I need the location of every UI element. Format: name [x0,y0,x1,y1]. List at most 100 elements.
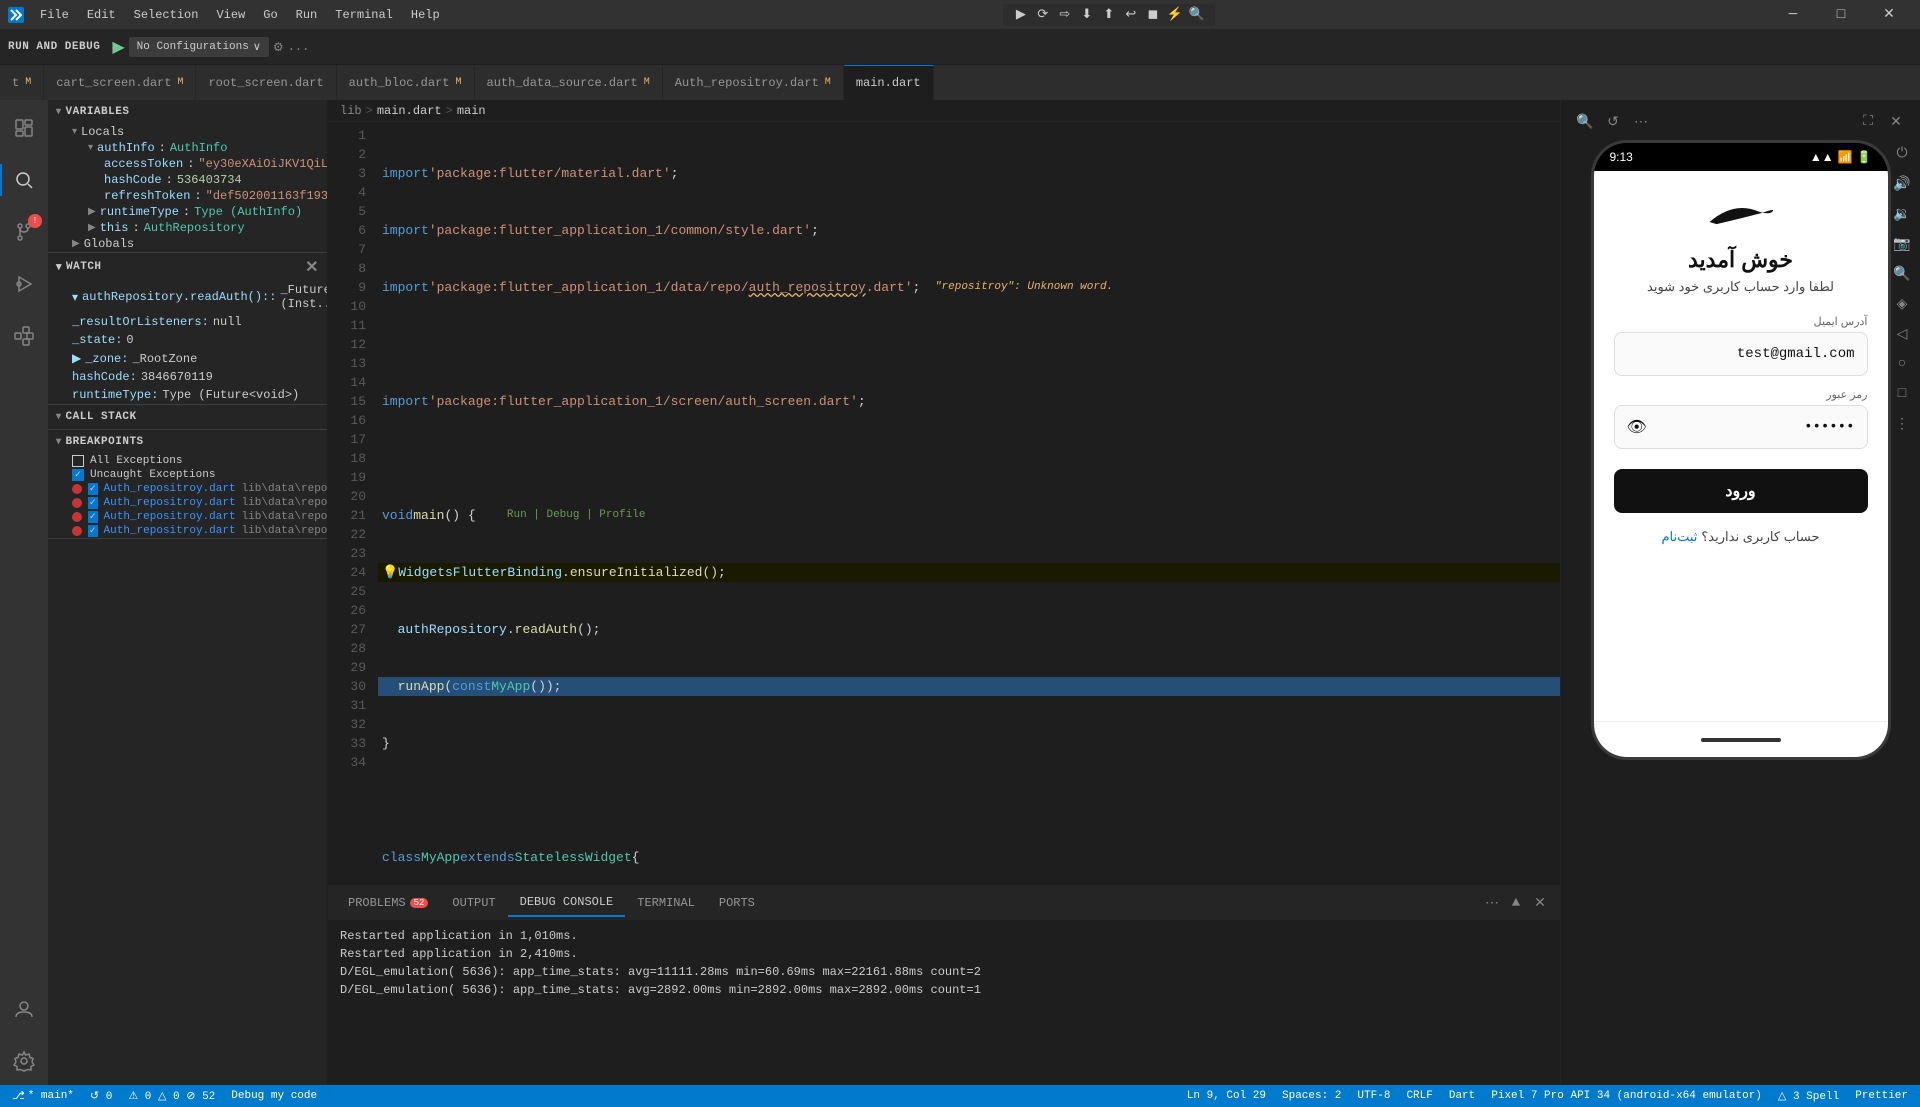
activity-run-debug[interactable] [0,260,48,308]
menu-run[interactable]: Run [288,6,326,24]
debug-step-out-btn[interactable]: ⬆ [1099,5,1119,25]
eye-icon[interactable]: 👁 [1627,417,1647,437]
bp-check-3[interactable]: ✓ [88,511,98,523]
menu-go[interactable]: Go [255,6,285,24]
hashcode-item[interactable]: hashCode : 536403734 [48,172,327,188]
debug-search-btn[interactable]: 🔍 [1187,5,1207,25]
tab-main[interactable]: main.dart [844,65,934,100]
activity-search[interactable] [0,156,48,204]
tab-output[interactable]: OUTPUT [440,890,507,916]
status-language[interactable]: Dart [1445,1090,1479,1102]
breadcrumb-maindart[interactable]: main.dart [377,104,442,118]
panel-rotate-icon[interactable]: ↺ [1601,110,1625,134]
activity-source-control[interactable]: ! [0,208,48,256]
debug-play-btn[interactable]: ▶ [112,37,124,57]
debug-stop-btn[interactable]: ◼ [1143,5,1163,25]
panel-expand-icon[interactable]: ⛶ [1856,110,1880,134]
status-problems[interactable]: ⚠ 0 △ 0 ⊘ 52 [124,1089,219,1103]
close-btn[interactable]: ✕ [1866,0,1912,30]
tab-auth-data-source[interactable]: auth_data_source.dart M [475,65,663,100]
call-stack-header[interactable]: ▾ CALL STACK [48,405,327,429]
tab-auth-repositroy[interactable]: Auth_repositroy.dart M [663,65,844,100]
tool-back[interactable]: ◁ [1888,320,1916,348]
tool-camera[interactable]: 📷 [1888,230,1916,258]
watch-close-btn[interactable]: ✕ [305,257,319,277]
bp-uncaught-check[interactable]: ✓ [72,469,84,481]
status-ln-col[interactable]: Ln 9, Col 29 [1183,1090,1270,1102]
tab-auth-bloc[interactable]: auth_bloc.dart M [337,65,475,100]
tab-t[interactable]: t M [0,65,44,100]
watch-item-5[interactable]: runtimeType: Type (Future<void>) [48,386,327,404]
status-branch[interactable]: ⎇ * main* [8,1089,78,1103]
bp-item-2[interactable]: ✓ Auth_repositroy.dart lib\data\repo 54 [48,496,327,510]
bottom-panel-expand[interactable]: ▲ [1504,891,1528,915]
tab-root-screen[interactable]: root_screen.dart [196,65,336,100]
bottom-panel-more[interactable]: ⋯ [1480,891,1504,915]
status-spell[interactable]: △ 3 Spell [1774,1089,1843,1103]
debug-hot-reload-btn[interactable]: ⚡ [1165,5,1185,25]
menu-selection[interactable]: Selection [126,6,207,24]
runtimetype-item[interactable]: ▶ runtimeType : Type (AuthInfo) [48,204,327,220]
status-encoding[interactable]: UTF-8 [1353,1090,1394,1102]
watch-item-4[interactable]: hashCode: 3846670119 [48,368,327,386]
bp-check-1[interactable]: ✓ [88,483,98,495]
register-link[interactable]: ثبت‌نام [1661,529,1697,545]
watch-item-1[interactable]: _resultOrListeners: null [48,313,327,331]
tool-dots[interactable]: ⋮ [1888,410,1916,438]
accesstoken-item[interactable]: accessToken : "ey30eXAiOiJKV1QiLCJhbGci0… [48,156,327,172]
bp-all-check[interactable] [72,455,84,467]
menu-edit[interactable]: Edit [79,6,124,24]
bp-check-2[interactable]: ✓ [88,497,98,509]
panel-more-icon[interactable]: ⋯ [1629,110,1653,134]
globals-item[interactable]: ▶ Globals [48,236,327,252]
code-content[interactable]: import 'package:flutter/material.dart'; … [378,122,1560,885]
debug-step-into-btn[interactable]: ⬇ [1077,5,1097,25]
panel-zoom-icon[interactable]: 🔍 [1573,110,1597,134]
tool-home[interactable]: ○ [1888,350,1916,378]
bp-item-1[interactable]: ✓ Auth_repositroy.dart lib\data\repo 42 [48,482,327,496]
bp-item-3[interactable]: ✓ Auth_repositroy.dart lib\data\repo 57 [48,510,327,524]
debug-config-select[interactable]: No Configurations ∨ [129,37,269,57]
status-eol[interactable]: CRLF [1402,1090,1436,1102]
tool-square[interactable]: □ [1888,380,1916,408]
bp-item-4[interactable]: ✓ Auth_repositroy.dart lib\data\repo 66 [48,524,327,538]
menu-view[interactable]: View [208,6,253,24]
watch-item-3[interactable]: ▶ _zone: _RootZone [48,349,327,368]
bottom-panel-close[interactable]: ✕ [1528,891,1552,915]
tab-cart-screen[interactable]: cart_screen.dart M [44,65,196,100]
bp-uncaught-exceptions[interactable]: ✓ Uncaught Exceptions [48,468,327,482]
locals-item[interactable]: ▾ Locals [48,124,327,140]
debug-config-options[interactable]: ... [288,40,310,54]
bp-all-exceptions[interactable]: All Exceptions [48,454,327,468]
tab-debug-console[interactable]: DEBUG CONSOLE [508,889,626,917]
panel-close-icon[interactable]: ✕ [1884,110,1908,134]
activity-explorer[interactable] [0,104,48,152]
refreshtoken-item[interactable]: refreshToken : "def502001163f193d5a72b8c… [48,188,327,204]
variables-header[interactable]: ▾ VARIABLES [48,100,327,124]
watch-item-2[interactable]: _state: 0 [48,331,327,349]
email-input[interactable]: test@gmail.com [1614,332,1868,376]
tab-problems[interactable]: PROBLEMS 52 [336,890,440,916]
menu-terminal[interactable]: Terminal [327,6,401,24]
debug-step-over-btn[interactable]: ⇨ [1055,5,1075,25]
tool-eraser[interactable]: ◈ [1888,290,1916,318]
login-button[interactable]: ورود [1614,469,1868,513]
breakpoints-header[interactable]: ▾ BREAKPOINTS [48,430,327,454]
status-emulator[interactable]: Pixel 7 Pro API 34 (android-x64 emulator… [1487,1090,1766,1102]
status-prettier[interactable]: Prettier [1851,1090,1912,1102]
status-debug[interactable]: Debug my code [227,1090,321,1102]
tool-power[interactable]: ⏻ [1888,140,1916,168]
activity-settings[interactable] [0,1037,48,1085]
tab-ports[interactable]: PORTS [707,890,767,916]
menu-help[interactable]: Help [403,6,448,24]
tool-volume-down[interactable]: 🔉 [1888,200,1916,228]
menu-file[interactable]: File [32,6,77,24]
status-spaces[interactable]: Spaces: 2 [1278,1090,1345,1102]
status-sync[interactable]: ↺ 0 [86,1089,116,1103]
this-item[interactable]: ▶ this : AuthRepository [48,220,327,236]
activity-extensions[interactable] [0,312,48,360]
authinfo-item[interactable]: ▾ authInfo : AuthInfo [48,140,327,156]
maximize-btn[interactable]: □ [1818,0,1864,30]
password-input[interactable]: 👁 •••••• [1614,405,1868,449]
debug-restart-btn[interactable]: ↩ [1121,5,1141,25]
